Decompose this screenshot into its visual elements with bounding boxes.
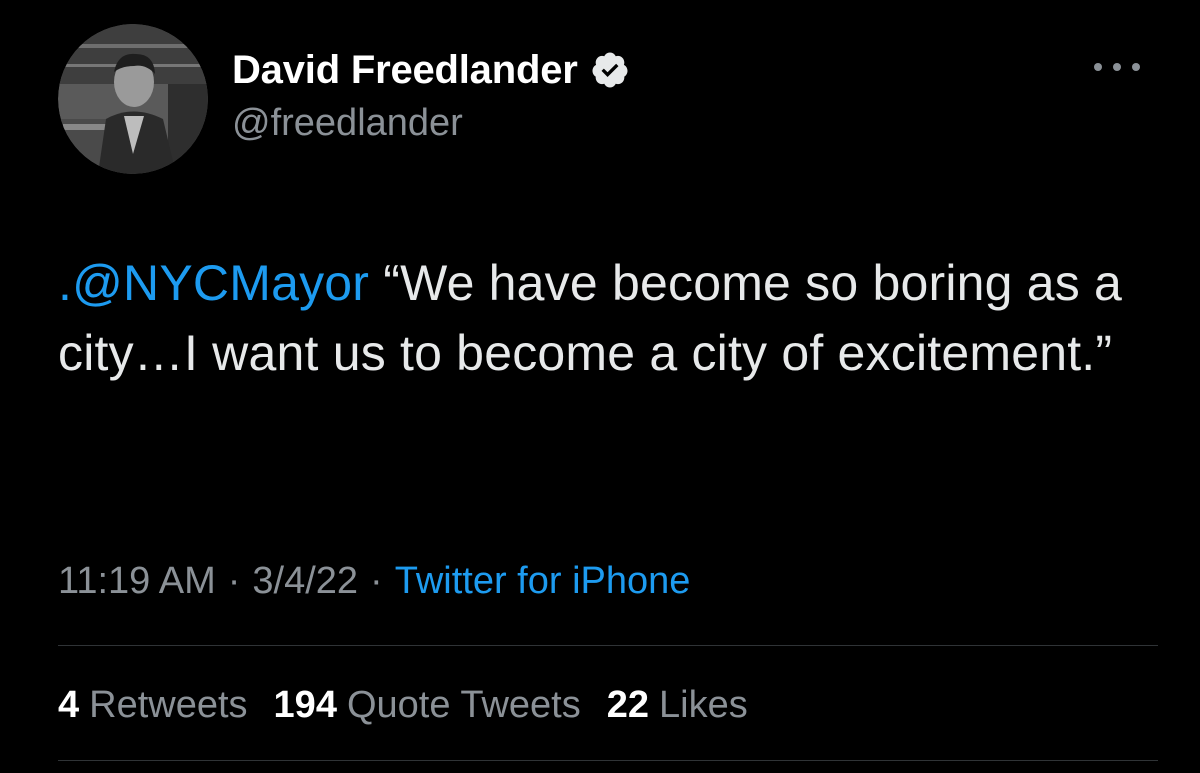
display-name[interactable]: David Freedlander	[232, 48, 578, 93]
divider	[58, 760, 1158, 761]
likes-count: 22	[606, 683, 650, 726]
quote-tweets-stat[interactable]: 194 Quote Tweets	[274, 684, 581, 727]
divider	[58, 645, 1158, 646]
profile-photo-icon	[58, 24, 208, 174]
tweet-stats: 4 Retweets 194 Quote Tweets 22 Likes	[58, 680, 774, 730]
more-dot	[1113, 63, 1121, 71]
meta-separator: ·	[227, 559, 241, 602]
more-options-icon[interactable]	[1094, 52, 1140, 82]
tweet-source-link[interactable]: Twitter for iPhone	[395, 560, 691, 603]
retweets-count: 4	[58, 683, 80, 726]
retweets-label: Retweets	[89, 683, 248, 726]
mention-link[interactable]: .@NYCMayor	[58, 255, 369, 311]
quote-tweets-count: 194	[273, 683, 337, 726]
likes-stat[interactable]: 22 Likes	[607, 684, 748, 727]
avatar[interactable]	[58, 24, 208, 174]
tweet-card: David Freedlander @freedlander .@NYCMayo…	[0, 0, 1200, 773]
author-handle[interactable]: @freedlander	[232, 102, 463, 145]
verified-badge-icon	[590, 50, 630, 90]
likes-label: Likes	[659, 683, 748, 726]
more-dot	[1094, 63, 1102, 71]
tweet-meta: 11:19 AM · 3/4/22 · Twitter for iPhone	[58, 556, 690, 606]
tweet-text: .@NYCMayor “We have become so boring as …	[58, 248, 1158, 388]
tweet-time[interactable]: 11:19 AM	[58, 560, 216, 603]
tweet-date[interactable]: 3/4/22	[252, 560, 358, 603]
quote-tweets-label: Quote Tweets	[346, 683, 581, 726]
more-dot	[1132, 63, 1140, 71]
author-name-row: David Freedlander	[232, 44, 630, 96]
retweets-stat[interactable]: 4 Retweets	[58, 684, 248, 727]
meta-separator: ·	[370, 559, 383, 602]
